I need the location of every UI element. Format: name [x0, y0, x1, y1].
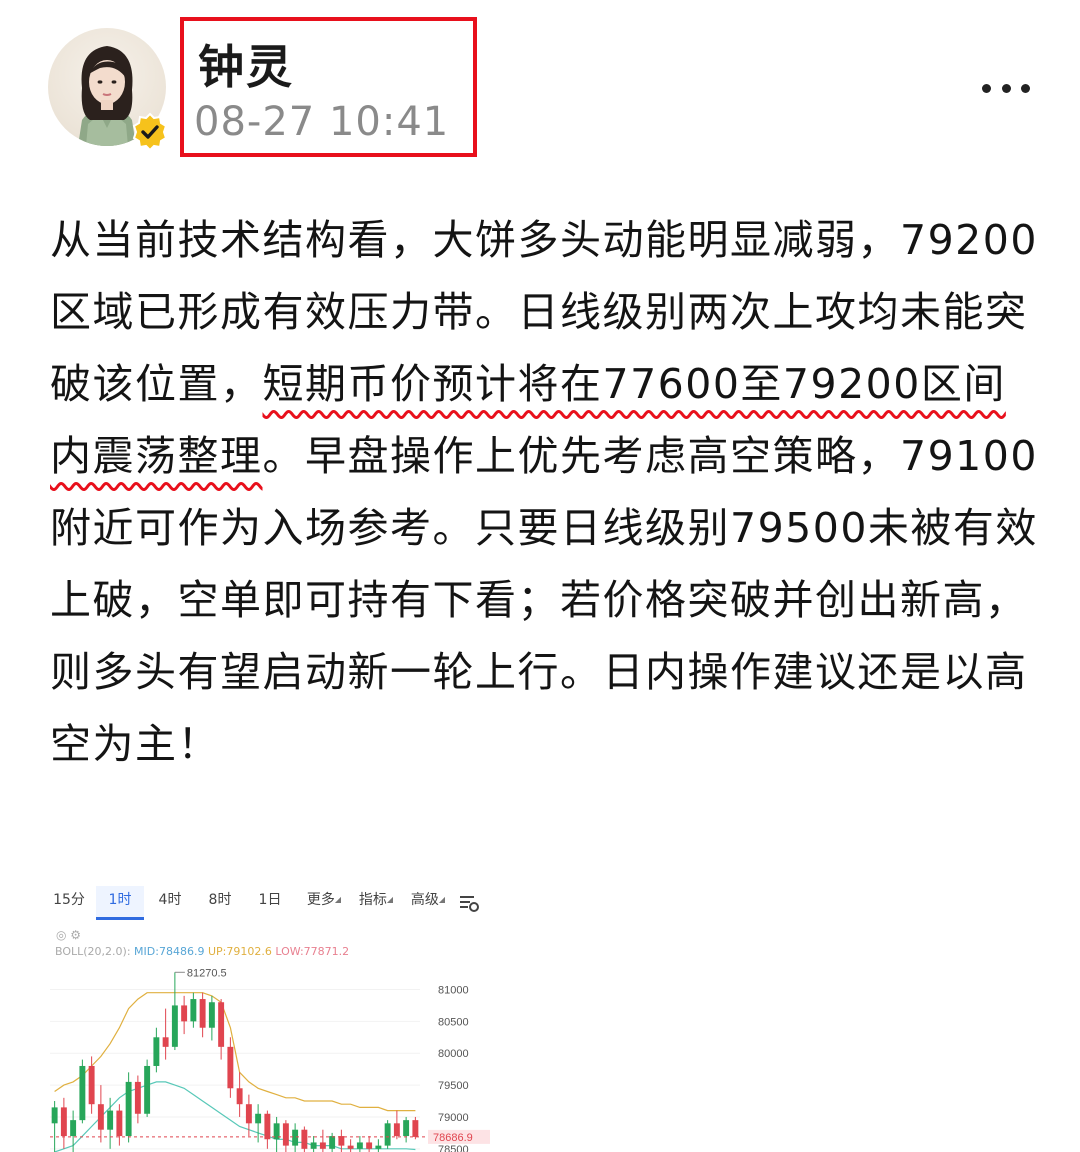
more-dots-icon	[1001, 83, 1011, 93]
more-options-button[interactable]	[976, 70, 1036, 106]
candle-body	[51, 1107, 58, 1124]
candle-body	[208, 1002, 215, 1028]
candle-body	[366, 1142, 373, 1149]
candle-body	[338, 1136, 345, 1146]
candle-body	[153, 1037, 160, 1066]
candle-body	[319, 1142, 326, 1149]
y-tick-label: 79500	[438, 1080, 469, 1092]
candle-body	[97, 1104, 104, 1130]
high-price-label: 81270.5	[187, 967, 227, 979]
candle-body	[375, 1145, 382, 1149]
candle-body	[384, 1123, 391, 1146]
y-tick-label: 80000	[438, 1048, 469, 1060]
candle-body	[264, 1113, 271, 1140]
candle-body	[162, 1037, 169, 1047]
post-text: 从当前技术结构看，大饼多头动能明显减弱，79200区域已形成有效压力带。日线级别…	[50, 204, 1040, 780]
boll-upper-line	[54, 992, 416, 1112]
candle-body	[181, 1005, 188, 1022]
candle-body	[245, 1104, 252, 1124]
candle-body	[79, 1065, 86, 1121]
chart-image[interactable]: 15分 1时 4时 8时 1日 更多◢ 指标◢ 高级◢ ◎ ⚙ BOLL(20,…	[46, 878, 492, 1152]
candle-body	[292, 1129, 299, 1146]
candle-body	[88, 1065, 95, 1105]
candle-body	[107, 1110, 114, 1130]
candle-body	[393, 1123, 400, 1137]
y-tick-label: 80500	[438, 1016, 469, 1028]
candle-body	[116, 1110, 123, 1137]
post-text-after: 。早盘操作上优先考虑高空策略，79100附近可作为入场参考。只要日线级别7950…	[50, 432, 1038, 768]
y-tick-label: 79000	[438, 1112, 469, 1124]
candle-body	[171, 1005, 178, 1047]
candle-body	[60, 1107, 67, 1137]
last-price-label: 78686.9	[433, 1132, 473, 1144]
candle-body	[199, 999, 206, 1028]
candle-body	[282, 1123, 289, 1146]
candle-body	[70, 1120, 77, 1137]
candle-body	[236, 1088, 243, 1105]
y-tick-label: 81000	[438, 984, 469, 996]
candle-body	[144, 1065, 151, 1114]
candle-body	[227, 1046, 234, 1089]
candle-body	[125, 1081, 132, 1137]
candle-body	[347, 1145, 354, 1149]
candle-body	[310, 1142, 317, 1149]
author-info-highlight-box: 钟灵 08-27 10:41	[180, 17, 477, 157]
candle-body	[403, 1120, 410, 1137]
candle-body	[356, 1142, 363, 1149]
candle-body	[218, 1002, 225, 1047]
candlestick-chart[interactable]: 81000 80500 80000 79500 79000 78500 81270.5 786…	[46, 878, 492, 1152]
candle-body	[134, 1081, 141, 1114]
candle-body	[190, 999, 197, 1022]
candle-body	[412, 1120, 419, 1137]
verified-badge-icon	[130, 112, 170, 152]
y-tick-label: 78500	[438, 1144, 469, 1152]
post-header: 钟灵 08-27 10:41	[0, 0, 1080, 170]
more-dots-icon	[982, 83, 991, 93]
candle-body	[255, 1113, 262, 1124]
more-dots-icon	[1021, 83, 1030, 93]
author-name[interactable]: 钟灵	[198, 31, 294, 97]
candle-body	[329, 1136, 336, 1149]
candle-body	[301, 1129, 308, 1149]
post-timestamp: 08-27 10:41	[194, 99, 450, 145]
